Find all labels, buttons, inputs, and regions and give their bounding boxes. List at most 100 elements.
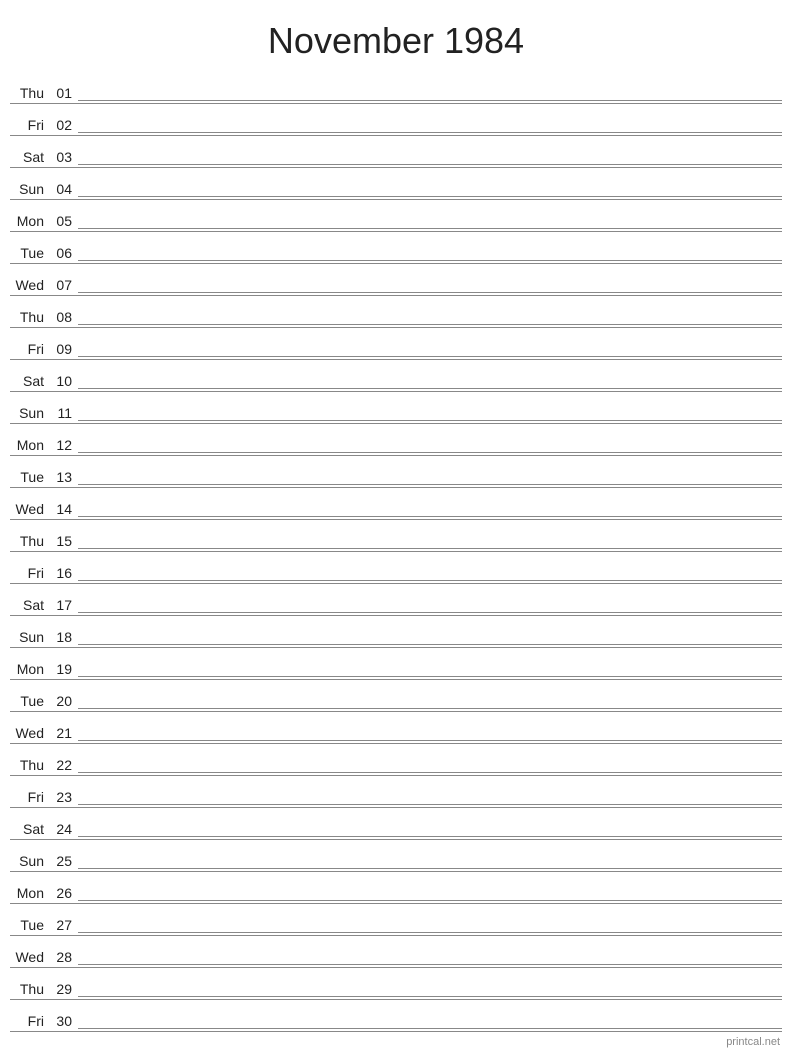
day-number: 16	[48, 565, 78, 581]
day-name: Thu	[10, 981, 48, 997]
day-number: 01	[48, 85, 78, 101]
day-name: Fri	[10, 1013, 48, 1029]
day-number: 03	[48, 149, 78, 165]
day-number: 04	[48, 181, 78, 197]
day-line	[78, 644, 782, 645]
day-number: 29	[48, 981, 78, 997]
day-name: Thu	[10, 757, 48, 773]
day-line	[78, 516, 782, 517]
calendar-container: Thu01Fri02Sat03Sun04Mon05Tue06Wed07Thu08…	[0, 72, 792, 1032]
day-line	[78, 260, 782, 261]
day-line	[78, 484, 782, 485]
day-name: Fri	[10, 341, 48, 357]
day-name: Mon	[10, 213, 48, 229]
day-name: Fri	[10, 789, 48, 805]
day-name: Tue	[10, 693, 48, 709]
day-line	[78, 324, 782, 325]
day-name: Tue	[10, 917, 48, 933]
day-name: Mon	[10, 885, 48, 901]
day-number: 17	[48, 597, 78, 613]
calendar-row: Sat17	[10, 584, 782, 616]
page-title: November 1984	[0, 0, 792, 72]
day-line	[78, 452, 782, 453]
calendar-row: Wed21	[10, 712, 782, 744]
calendar-row: Thu15	[10, 520, 782, 552]
day-line	[78, 580, 782, 581]
day-name: Wed	[10, 725, 48, 741]
calendar-row: Sat03	[10, 136, 782, 168]
day-line	[78, 164, 782, 165]
day-number: 22	[48, 757, 78, 773]
calendar-row: Tue06	[10, 232, 782, 264]
watermark: printcal.net	[726, 1036, 780, 1048]
calendar-row: Mon05	[10, 200, 782, 232]
day-line	[78, 228, 782, 229]
day-name: Tue	[10, 469, 48, 485]
day-line	[78, 356, 782, 357]
calendar-row: Mon12	[10, 424, 782, 456]
day-line	[78, 196, 782, 197]
calendar-row: Sun11	[10, 392, 782, 424]
calendar-row: Wed14	[10, 488, 782, 520]
day-number: 09	[48, 341, 78, 357]
day-number: 13	[48, 469, 78, 485]
day-line	[78, 1028, 782, 1029]
day-number: 21	[48, 725, 78, 741]
day-line	[78, 420, 782, 421]
calendar-row: Fri02	[10, 104, 782, 136]
day-name: Wed	[10, 949, 48, 965]
calendar-row: Mon26	[10, 872, 782, 904]
day-line	[78, 932, 782, 933]
calendar-row: Tue20	[10, 680, 782, 712]
calendar-row: Sun18	[10, 616, 782, 648]
day-line	[78, 100, 782, 101]
day-line	[78, 900, 782, 901]
day-line	[78, 548, 782, 549]
calendar-row: Wed28	[10, 936, 782, 968]
day-number: 20	[48, 693, 78, 709]
calendar-row: Sun25	[10, 840, 782, 872]
day-name: Sun	[10, 405, 48, 421]
day-line	[78, 612, 782, 613]
day-line	[78, 708, 782, 709]
day-name: Sat	[10, 821, 48, 837]
day-line	[78, 772, 782, 773]
day-number: 15	[48, 533, 78, 549]
day-number: 06	[48, 245, 78, 261]
day-number: 27	[48, 917, 78, 933]
day-number: 25	[48, 853, 78, 869]
day-line	[78, 292, 782, 293]
day-line	[78, 804, 782, 805]
calendar-row: Thu29	[10, 968, 782, 1000]
day-line	[78, 964, 782, 965]
calendar-row: Mon19	[10, 648, 782, 680]
day-name: Mon	[10, 661, 48, 677]
day-line	[78, 868, 782, 869]
calendar-row: Fri23	[10, 776, 782, 808]
calendar-row: Fri16	[10, 552, 782, 584]
day-line	[78, 996, 782, 997]
day-number: 19	[48, 661, 78, 677]
day-number: 07	[48, 277, 78, 293]
day-name: Fri	[10, 117, 48, 133]
day-name: Sun	[10, 629, 48, 645]
day-name: Tue	[10, 245, 48, 261]
day-number: 24	[48, 821, 78, 837]
calendar-row: Sat24	[10, 808, 782, 840]
day-number: 10	[48, 373, 78, 389]
day-number: 02	[48, 117, 78, 133]
day-number: 14	[48, 501, 78, 517]
calendar-row: Fri30	[10, 1000, 782, 1032]
day-line	[78, 836, 782, 837]
day-number: 12	[48, 437, 78, 453]
day-number: 30	[48, 1013, 78, 1029]
day-name: Mon	[10, 437, 48, 453]
day-number: 11	[48, 405, 78, 421]
day-number: 23	[48, 789, 78, 805]
day-name: Thu	[10, 533, 48, 549]
day-number: 26	[48, 885, 78, 901]
day-number: 05	[48, 213, 78, 229]
day-number: 18	[48, 629, 78, 645]
calendar-row: Thu01	[10, 72, 782, 104]
day-line	[78, 132, 782, 133]
